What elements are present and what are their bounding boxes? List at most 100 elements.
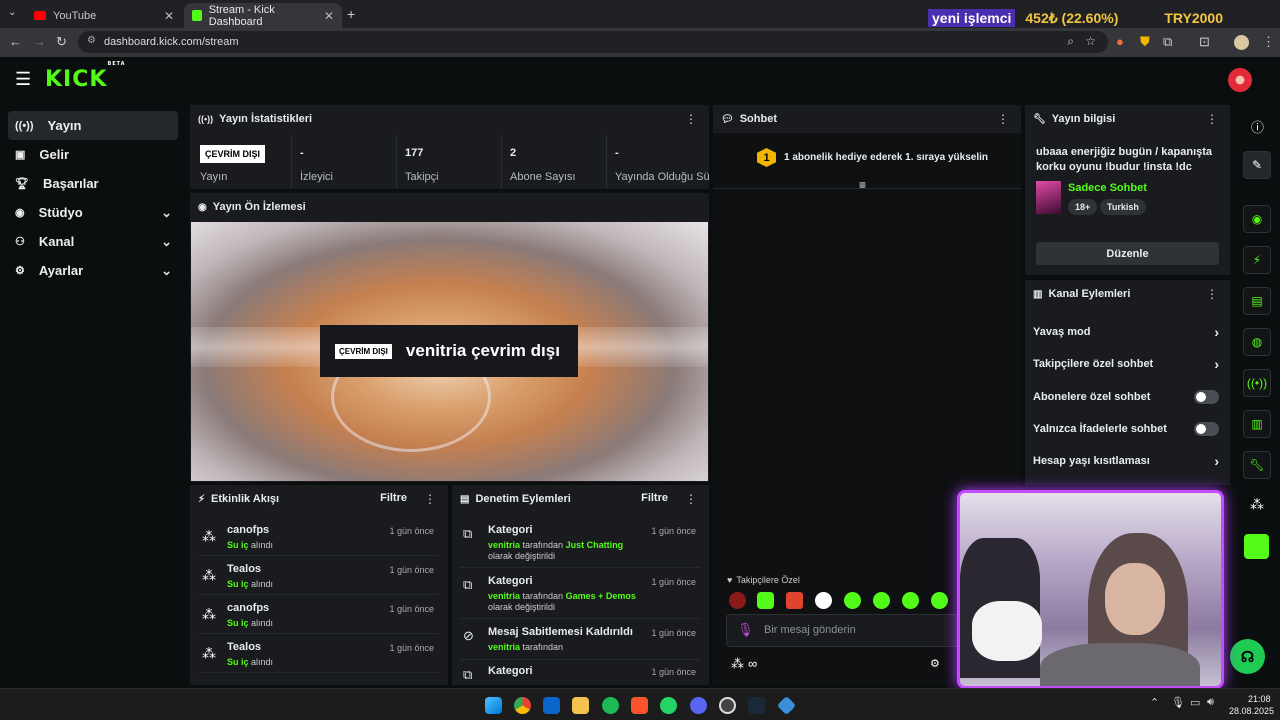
sidebar-item-studyo[interactable]: ◉ Stüdyo ⌄: [8, 198, 178, 227]
tab-kick-dashboard[interactable]: Stream - Kick Dashboard ✕: [184, 3, 342, 28]
moderation-item: ⧉ Kategori 1 gün önce: [463, 665, 696, 682]
more-options-icon[interactable]: ⋮: [1206, 112, 1218, 126]
channel-icon[interactable]: ▥: [1243, 410, 1271, 438]
edit-pencil-icon[interactable]: ✎: [1243, 151, 1271, 179]
users-icon: ⚇: [15, 236, 25, 248]
chat-input[interactable]: 🎙︎ Bir mesaj gönderin: [726, 614, 986, 647]
whatsapp-icon[interactable]: [660, 697, 677, 714]
bookmark-star-icon[interactable]: ☆: [1085, 34, 1096, 48]
url-text: dashboard.kick.com/stream: [104, 36, 239, 48]
channel-action-slow-mode[interactable]: Yavaş mod ›: [1033, 317, 1221, 347]
tab-youtube[interactable]: YouTube ✕: [26, 3, 182, 28]
stat-value: 177: [405, 147, 424, 159]
close-tab-icon[interactable]: ✕: [324, 9, 334, 23]
screenshot-icon[interactable]: ⊡: [1199, 34, 1210, 50]
microphone-icon[interactable]: 🎙︎: [1171, 696, 1185, 709]
sidebar-item-ayarlar[interactable]: ⚙ Ayarlar ⌄: [8, 256, 178, 285]
offline-message: venitria çevrim dışı: [405, 341, 560, 360]
filter-button[interactable]: Filtre: [380, 492, 407, 504]
more-options-icon[interactable]: ⋮: [685, 492, 697, 506]
kick-points-icon[interactable]: ⁂: [1250, 496, 1264, 513]
windows-start-icon[interactable]: [485, 697, 502, 714]
edit-button[interactable]: Düzenle: [1036, 242, 1219, 265]
channel-action-followers-only[interactable]: Takipçilere özel sohbet ›: [1033, 349, 1221, 379]
profile-avatar-icon[interactable]: [1234, 35, 1249, 50]
hamburger-menu-icon[interactable]: ☰: [15, 69, 31, 90]
emote-icon[interactable]: [757, 592, 774, 609]
emote-icon[interactable]: [873, 592, 890, 609]
category-link[interactable]: Sadece Sohbet: [1068, 182, 1147, 194]
close-tab-icon[interactable]: ✕: [164, 9, 174, 23]
channel-action-account-age[interactable]: Hesap yaşı kısıtlaması ›: [1033, 446, 1221, 476]
sidebar-item-kanal[interactable]: ⚇ Kanal ⌄: [8, 227, 178, 256]
wrench-icon[interactable]: 🔧︎: [1243, 451, 1271, 479]
spotify-icon[interactable]: [602, 697, 619, 714]
site-info-icon[interactable]: ⚙: [87, 35, 96, 46]
offline-overlay: ÇEVRİM DIŞI venitria çevrim dışı: [320, 325, 578, 377]
forward-icon[interactable]: →: [33, 34, 46, 49]
chevron-right-icon: ›: [1214, 453, 1219, 469]
tray-chevron-icon[interactable]: ⌃: [1150, 696, 1159, 709]
broadcast-icon[interactable]: ((•)): [1243, 369, 1271, 397]
sidebar-item-label: Gelir: [39, 147, 70, 162]
outlook-icon[interactable]: [543, 697, 560, 714]
camera-icon[interactable]: ◉: [1243, 205, 1271, 233]
webcam-detail: [1105, 563, 1165, 635]
file-explorer-icon[interactable]: [572, 697, 589, 714]
chrome-icon[interactable]: [514, 697, 531, 714]
browser-menu-icon[interactable]: ⋮: [1262, 34, 1275, 50]
channel-icon: ▥: [1033, 288, 1043, 300]
reload-icon[interactable]: ↻: [56, 34, 67, 50]
network-icon[interactable]: ▭: [1190, 696, 1200, 709]
back-icon[interactable]: ←: [9, 34, 22, 49]
new-tab-button[interactable]: +: [347, 6, 355, 22]
emote-only-toggle[interactable]: [1194, 422, 1219, 436]
more-options-icon[interactable]: ⋮: [1206, 287, 1218, 301]
expand-icon[interactable]: ≡: [859, 178, 866, 192]
emote-icon[interactable]: [902, 592, 919, 609]
emote-icon[interactable]: [729, 592, 746, 609]
obs-icon[interactable]: [719, 697, 736, 714]
filter-button[interactable]: Filtre: [641, 492, 668, 504]
gift-leaderboard-banner[interactable]: 1 1 abonelik hediye ederek 1. sıraya yük…: [713, 133, 1021, 192]
broadcast-icon: ((•)): [15, 119, 34, 132]
discord-icon[interactable]: [690, 697, 707, 714]
emote-icon[interactable]: [844, 592, 861, 609]
brave-shield-icon[interactable]: ⛊: [1140, 34, 1150, 50]
support-button[interactable]: ☊: [1230, 639, 1265, 674]
microphone-icon[interactable]: 🎙︎: [737, 622, 754, 638]
steam-icon[interactable]: [748, 697, 765, 714]
chevron-right-icon: ›: [1214, 324, 1219, 340]
chat-bubble-icon[interactable]: ◍: [1243, 328, 1271, 356]
volume-icon[interactable]: 🔊︎: [1207, 696, 1214, 709]
sidebar-item-gelir[interactable]: ▣ Gelir: [8, 140, 178, 169]
channel-actions-panel: ▥ Kanal Eylemleri ⋮ Yavaş mod › Takipçil…: [1025, 280, 1230, 485]
emote-icon[interactable]: [815, 592, 832, 609]
user-avatar[interactable]: [1228, 68, 1252, 92]
chat-settings-icon[interactable]: ⚙: [930, 657, 940, 670]
tab-search-icon[interactable]: ⌄: [8, 7, 16, 18]
kick-points-icon[interactable]: ⁂: [731, 656, 744, 672]
brave-icon[interactable]: [631, 697, 648, 714]
extensions-puzzle-icon[interactable]: ⧉: [1163, 34, 1172, 50]
app-launcher-icon[interactable]: [1244, 534, 1269, 559]
emote-icon[interactable]: [931, 592, 948, 609]
sidebar-item-yayin[interactable]: ((•)) Yayın: [8, 111, 178, 140]
sidebar-item-basarilar[interactable]: 🏆︎ Başarılar: [8, 169, 178, 198]
tag-badge: 18+: [1068, 199, 1098, 215]
document-icon[interactable]: ▤: [1243, 287, 1271, 315]
kick-logo[interactable]: KICKBETA: [45, 61, 126, 92]
more-options-icon[interactable]: ⋮: [685, 112, 697, 126]
emote-icon[interactable]: [786, 592, 803, 609]
info-icon[interactable]: ⓘ: [1251, 117, 1264, 136]
lightning-icon[interactable]: ⚡︎: [1243, 246, 1271, 274]
subscribers-only-toggle[interactable]: [1194, 390, 1219, 404]
stat-status: ÇEVRİM DIŞI Yayın: [192, 135, 266, 189]
address-bar[interactable]: ⚙ dashboard.kick.com/stream ⌕ ☆: [78, 31, 1108, 53]
zoom-icon[interactable]: ⌕: [1067, 34, 1074, 49]
ticker-value: 452₺ (22.60%): [1025, 9, 1119, 26]
more-options-icon[interactable]: ⋮: [997, 112, 1009, 126]
extension-icon[interactable]: ●: [1116, 34, 1124, 49]
app-icon[interactable]: [776, 695, 797, 716]
more-options-icon[interactable]: ⋮: [424, 492, 436, 506]
